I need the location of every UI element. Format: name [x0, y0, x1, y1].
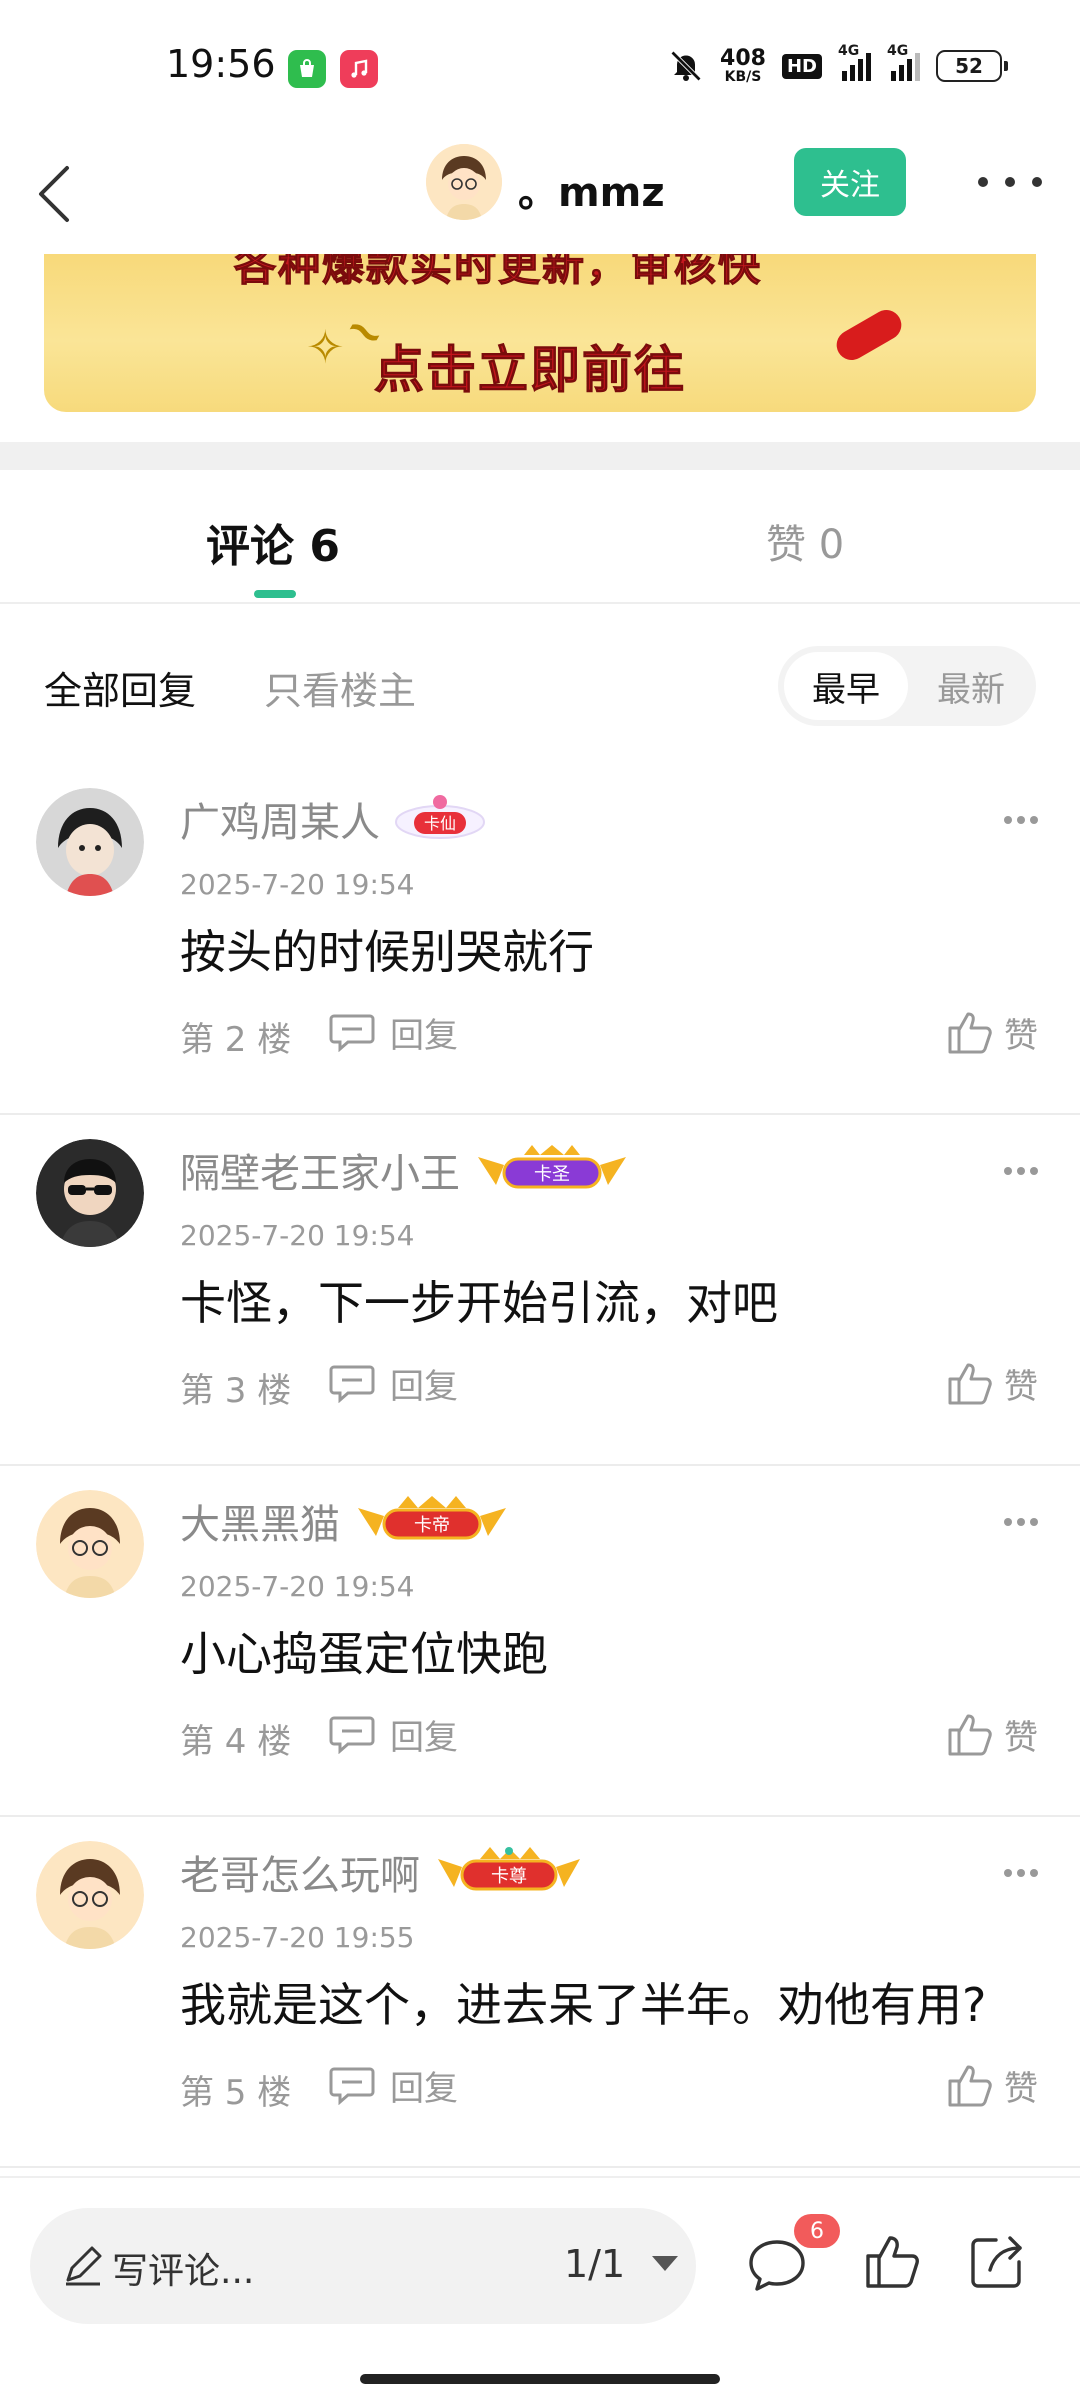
reply-button[interactable]: 回复	[328, 1008, 458, 1056]
author-username[interactable]: 。mmz	[518, 160, 665, 218]
level-badge: 卡帝	[358, 1496, 506, 1540]
pencil-icon	[66, 2246, 102, 2286]
comment-floor: 第 3 楼	[180, 1371, 292, 1411]
comment-time: 2025-7-20 19:54	[180, 1570, 415, 1603]
signal-icon: 4G	[887, 43, 920, 81]
tab-comments[interactable]: 评论 6	[206, 510, 340, 574]
sort-toggle: 最早 最新	[778, 646, 1036, 726]
thumbs-up-icon	[948, 2065, 992, 2107]
comment-time: 2025-7-20 19:55	[180, 1921, 415, 1954]
hd-voice-icon: HD	[781, 53, 822, 79]
banner-top-text: 各种爆款实时更新，审核快	[233, 254, 763, 291]
filter-all-replies[interactable]: 全部回复	[44, 660, 196, 715]
signal-icon: 4G	[838, 43, 871, 81]
bottom-action-bar: 写评论... 1/1 6	[0, 2176, 1080, 2400]
tab-bar: 评论 6 赞 0	[0, 470, 1080, 604]
filter-row: 全部回复 只看楼主 最早 最新	[0, 604, 1080, 764]
follow-button[interactable]: 关注	[794, 148, 906, 216]
svg-text:卡帝: 卡帝	[414, 1515, 450, 1536]
comment-item: 隔壁老王家小王 卡圣 2025-7-20 19:54 卡怪，下一步开始引流，对吧…	[0, 1115, 1080, 1466]
thumbs-up-icon[interactable]	[864, 2232, 922, 2290]
back-button[interactable]	[24, 160, 84, 228]
like-button[interactable]: 赞	[946, 1006, 1038, 1058]
comment-text: 我就是这个，进去呆了半年。劝他有用?	[180, 1978, 987, 2032]
comment-floor: 第 4 楼	[180, 1722, 292, 1762]
author-avatar[interactable]	[426, 144, 502, 220]
chevron-left-icon	[39, 166, 69, 222]
mute-bell-icon	[670, 50, 702, 82]
comment-icon[interactable]	[746, 2236, 808, 2294]
commenter-name[interactable]: 广鸡周某人	[180, 790, 380, 848]
comment-count-badge: 6	[794, 2214, 840, 2248]
comment-more-button[interactable]	[1004, 1167, 1038, 1177]
comment-time: 2025-7-20 19:54	[180, 1219, 415, 1252]
dropdown-caret-icon[interactable]	[652, 2256, 678, 2271]
comment-item: 广鸡周某人 卡仙 2025-7-20 19:54 按头的时候别哭就行 第 2 楼…	[0, 764, 1080, 1115]
compose-placeholder: 写评论...	[112, 2251, 255, 2292]
reply-button[interactable]: 回复	[328, 1710, 458, 1758]
status-time: 19:56	[166, 42, 276, 86]
comment-more-button[interactable]	[1004, 1869, 1038, 1879]
ribbon-decoration-icon	[831, 304, 907, 366]
status-bar: 19:56 408 KB/S HD 4G 4G 52	[0, 0, 1080, 140]
promo-banner[interactable]: 各种爆款实时更新，审核快 ✧ ~ 点击立即前往	[44, 254, 1036, 412]
sort-earliest-button[interactable]: 最早	[784, 652, 908, 720]
comment-floor: 第 5 楼	[180, 2073, 292, 2113]
like-button[interactable]: 赞	[946, 2059, 1038, 2111]
comment-more-button[interactable]	[1004, 1518, 1038, 1528]
reply-icon	[329, 2067, 375, 2105]
music-app-icon	[340, 50, 378, 88]
level-badge: 卡仙	[395, 795, 485, 839]
commenter-name[interactable]: 老哥怎么玩啊	[180, 1843, 420, 1901]
comment-text: 卡怪，下一步开始引流，对吧	[180, 1276, 778, 1330]
network-speed: 408 KB/S	[720, 46, 766, 85]
page-indicator[interactable]: 1/1	[564, 2242, 625, 2286]
commenter-name[interactable]: 大黑黑猫	[180, 1492, 340, 1550]
sort-latest-button[interactable]: 最新	[912, 652, 1030, 720]
comment-item: 老哥怎么玩啊 卡尊 2025-7-20 19:55 我就是这个，进去呆了半年。劝…	[0, 1817, 1080, 2168]
commenter-avatar[interactable]	[36, 1139, 144, 1247]
comment-list: 广鸡周某人 卡仙 2025-7-20 19:54 按头的时候别哭就行 第 2 楼…	[0, 764, 1080, 2168]
like-button[interactable]: 赞	[946, 1708, 1038, 1760]
reply-icon	[329, 1716, 375, 1754]
commenter-avatar[interactable]	[36, 788, 144, 896]
svg-text:卡尊: 卡尊	[491, 1866, 527, 1887]
commenter-avatar[interactable]	[36, 1841, 144, 1949]
comment-text: 按头的时候别哭就行	[180, 925, 594, 979]
comment-time: 2025-7-20 19:54	[180, 868, 415, 901]
reply-button[interactable]: 回复	[328, 1359, 458, 1407]
svg-text:卡圣: 卡圣	[534, 1164, 570, 1185]
level-badge: 卡圣	[478, 1145, 626, 1189]
nav-bar: 。mmz 关注	[0, 140, 1080, 252]
share-icon[interactable]	[966, 2232, 1026, 2292]
comment-floor: 第 2 楼	[180, 1020, 292, 1060]
banner-main-text: 点击立即前往	[374, 341, 686, 400]
like-button[interactable]: 赞	[946, 1357, 1038, 1409]
tab-likes[interactable]: 赞 0	[766, 512, 844, 570]
section-divider	[0, 442, 1080, 470]
reply-icon	[329, 1365, 375, 1403]
tab-active-indicator	[254, 590, 296, 598]
store-app-icon	[288, 50, 326, 88]
thumbs-up-icon	[948, 1363, 992, 1405]
battery-icon: 52	[936, 50, 1008, 82]
compose-comment-input[interactable]: 写评论... 1/1	[30, 2208, 696, 2324]
more-options-button[interactable]	[978, 160, 1042, 204]
reply-button[interactable]: 回复	[328, 2061, 458, 2109]
commenter-name[interactable]: 隔壁老王家小王	[180, 1141, 460, 1199]
thumbs-up-icon	[948, 1012, 992, 1054]
filter-op-only[interactable]: 只看楼主	[264, 660, 416, 715]
reply-icon	[329, 1014, 375, 1052]
home-indicator[interactable]	[360, 2374, 720, 2384]
thumbs-up-icon	[948, 1714, 992, 1756]
comment-item: 大黑黑猫 卡帝 2025-7-20 19:54 小心捣蛋定位快跑 第 4 楼 回…	[0, 1466, 1080, 1817]
commenter-avatar[interactable]	[36, 1490, 144, 1598]
comment-more-button[interactable]	[1004, 816, 1038, 826]
level-badge: 卡尊	[438, 1847, 580, 1891]
svg-text:卡仙: 卡仙	[424, 814, 456, 833]
comment-text: 小心捣蛋定位快跑	[180, 1627, 548, 1681]
